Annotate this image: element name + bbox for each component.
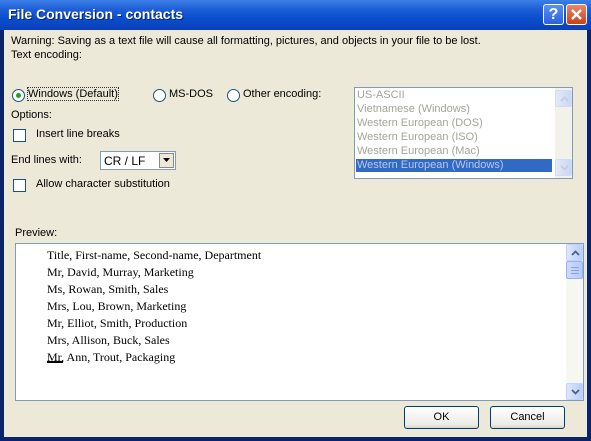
text-cursor (47, 361, 63, 363)
radio-windows-default[interactable] (12, 89, 25, 102)
title-bar[interactable]: File Conversion - contacts ? (0, 0, 591, 30)
file-conversion-dialog: File Conversion - contacts ? Warning: Sa… (0, 0, 591, 441)
preview-pane[interactable]: Title, First-name, Second-name, Departme… (15, 243, 584, 401)
insert-line-breaks-checkbox[interactable] (13, 129, 26, 142)
chevron-up-icon (560, 96, 569, 102)
help-button[interactable]: ? (543, 4, 564, 25)
encoding-listbox[interactable]: US-ASCII Vietnamese (Windows) Western Eu… (354, 87, 573, 179)
radio-other-encoding-label[interactable]: Other encoding: (243, 88, 321, 100)
radio-ms-dos-label[interactable]: MS-DOS (169, 88, 213, 100)
options-label: Options: (11, 109, 52, 121)
window-title: File Conversion - contacts (8, 6, 184, 22)
preview-line: Mr, Elliot, Smith, Production (47, 316, 188, 330)
insert-line-breaks-label[interactable]: Insert line breaks (36, 128, 120, 140)
text-encoding-label: Text encoding: (11, 49, 82, 61)
encoding-option[interactable]: US-ASCII (357, 89, 405, 102)
preview-scrollbar[interactable] (566, 244, 583, 400)
ok-button[interactable]: OK (404, 406, 479, 429)
scroll-up-button[interactable] (566, 244, 583, 261)
encoding-scrollbar[interactable] (555, 88, 572, 178)
encoding-option[interactable]: Western European (DOS) (357, 117, 483, 130)
radio-ms-dos[interactable] (153, 89, 166, 102)
radio-other-encoding[interactable] (227, 89, 240, 102)
chevron-down-icon (560, 165, 569, 171)
preview-line: Mrs, Lou, Brown, Marketing (47, 299, 187, 313)
allow-substitution-checkbox[interactable] (13, 179, 26, 192)
scroll-thumb[interactable] (566, 261, 583, 279)
radio-windows-default-label[interactable]: Windows (Default) (27, 87, 119, 101)
encoding-option[interactable]: Western European (ISO) (357, 131, 478, 144)
preview-line: Ms, Rowan, Smith, Sales (47, 282, 169, 296)
encoding-option-selected[interactable]: Western European (Windows) (356, 159, 552, 172)
cancel-button[interactable]: Cancel (490, 406, 565, 429)
dialog-body: Warning: Saving as a text file will caus… (4, 30, 587, 437)
preview-line: Title, First-name, Second-name, Departme… (47, 248, 262, 262)
encoding-option[interactable]: Vietnamese (Windows) (357, 103, 470, 116)
preview-line: Mrs, Allison, Buck, Sales (47, 333, 170, 347)
preview-line: Mr, David, Murray, Marketing (47, 265, 194, 279)
close-button[interactable] (566, 4, 587, 25)
scroll-down-button[interactable] (566, 383, 583, 400)
end-lines-value: CR / LF (104, 154, 146, 168)
chevron-down-icon (571, 389, 580, 395)
preview-label: Preview: (15, 227, 58, 239)
scroll-down-button[interactable] (555, 159, 572, 176)
encoding-option[interactable]: Western European (Mac) (357, 145, 480, 158)
allow-substitution-label[interactable]: Allow character substitution (36, 178, 170, 190)
help-icon: ? (548, 6, 559, 23)
preview-line: Mr, Ann, Trout, Packaging (47, 350, 176, 364)
chevron-down-icon (163, 158, 170, 162)
scroll-up-button[interactable] (555, 90, 572, 107)
dropdown-button[interactable] (159, 153, 174, 168)
warning-text: Warning: Saving as a text file will caus… (11, 35, 481, 47)
end-lines-select[interactable]: CR / LF (100, 151, 176, 170)
chevron-up-icon (571, 250, 580, 256)
end-lines-with-label: End lines with: (11, 154, 82, 166)
close-icon (571, 9, 582, 20)
